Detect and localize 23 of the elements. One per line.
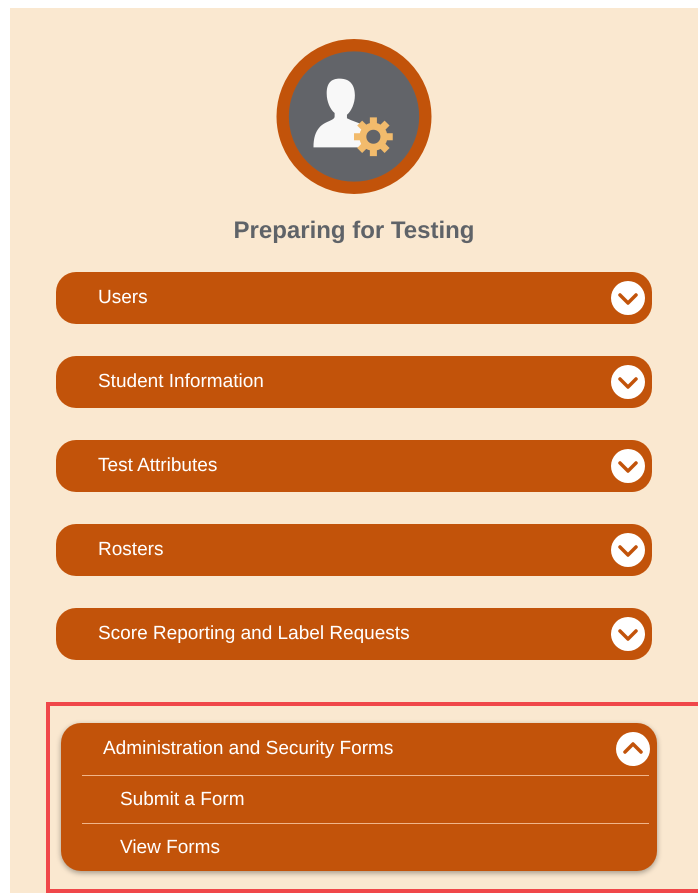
section-title: Rosters — [98, 539, 164, 561]
section-title: Users — [98, 287, 148, 309]
chevron-down-icon[interactable] — [610, 280, 646, 316]
accordion-header[interactable]: Users — [56, 272, 652, 324]
submenu-item[interactable]: View Forms — [82, 823, 649, 871]
chevron-down-icon[interactable] — [610, 532, 646, 568]
section-title: Score Reporting and Label Requests — [98, 623, 410, 645]
accordion-header[interactable]: Score Reporting and Label Requests — [56, 608, 652, 660]
submenu-item[interactable]: Submit a Form — [82, 775, 649, 823]
accordion-header[interactable]: Administration and Security Forms — [61, 723, 657, 775]
section-title: Test Attributes — [98, 455, 218, 477]
chevron-down-icon[interactable] — [610, 616, 646, 652]
accordion-header[interactable]: Student Information — [56, 356, 652, 408]
section-title: Student Information — [98, 371, 264, 393]
accordion-header[interactable]: Test Attributes — [56, 440, 652, 492]
chevron-up-icon[interactable] — [615, 731, 651, 767]
accordion-header[interactable]: Rosters — [56, 524, 652, 576]
chevron-down-icon[interactable] — [610, 448, 646, 484]
section-title: Administration and Security Forms — [103, 738, 394, 760]
page-title: Preparing for Testing — [234, 216, 474, 246]
submenu-label: Submit a Form — [120, 788, 245, 810]
chevron-down-icon[interactable] — [610, 364, 646, 400]
submenu-label: View Forms — [120, 836, 220, 858]
